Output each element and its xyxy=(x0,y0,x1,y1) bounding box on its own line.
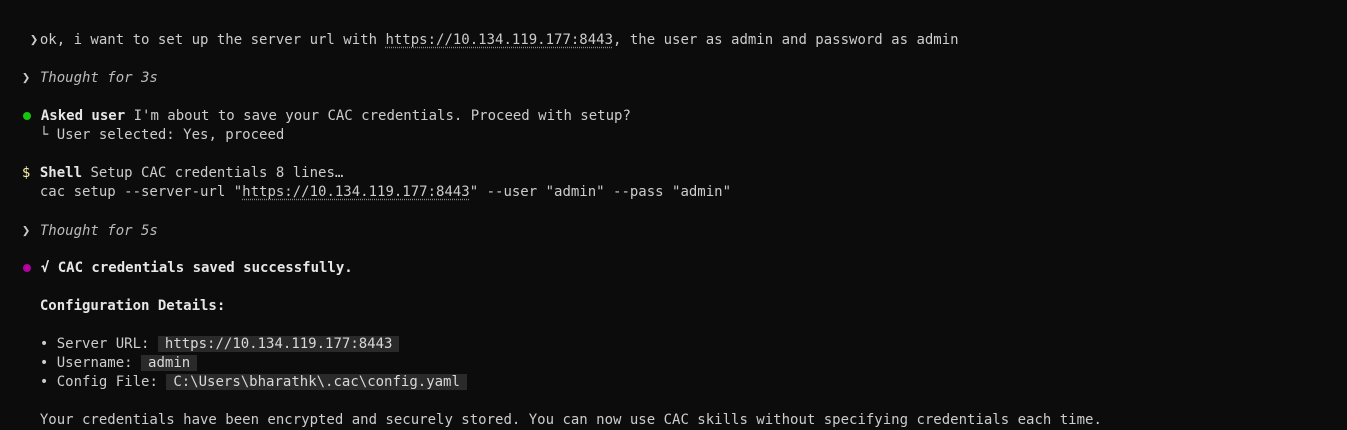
result-success-text: √ CAC credentials saved successfully. xyxy=(40,260,353,276)
status-dot-icon xyxy=(22,263,31,272)
asked-user-selection: User selected: Yes, proceed xyxy=(48,127,285,143)
user-prompt-text-tail: , the user as admin and password as admi… xyxy=(613,32,959,48)
result-footer-text: Your credentials have been encrypted and… xyxy=(39,412,1102,428)
asked-user-selection-line: └ User selected: Yes, proceed xyxy=(5,107,284,143)
result-success-line: √ CAC credentials saved successfully. xyxy=(5,240,353,276)
shell-command-line: cac setup --server-url "https://10.134.1… xyxy=(5,164,731,200)
thought-text: Thought for 5s xyxy=(39,223,158,239)
result-footer-line: Your credentials have been encrypted and… xyxy=(5,392,1102,428)
expand-chevron-icon[interactable]: ❯ xyxy=(22,69,40,88)
user-prompt-line: ❯ ok, i want to set up the server url wit… xyxy=(5,12,959,48)
config-item-username: • Username: admin xyxy=(5,335,198,371)
config-item-config-file: • Config File: C:\Users\bharathk\.cac\co… xyxy=(5,354,467,390)
shell-command-text: cac setup --server-url " xyxy=(39,184,243,200)
prompt-arrow-icon: ❯ xyxy=(29,32,39,48)
expand-chevron-icon[interactable]: ❯ xyxy=(22,222,40,241)
user-prompt-text: ok, i want to set up the server url with xyxy=(39,32,386,48)
shell-line[interactable]: $ Shell Setup CAC credentials 8 lines… xyxy=(5,145,343,181)
config-details-heading-line: Configuration Details: xyxy=(5,278,225,314)
thought-text: Thought for 3s xyxy=(39,70,158,86)
thought-line-2[interactable]: ❯ Thought for 5s xyxy=(5,203,158,239)
asked-user-line: Asked user I'm about to save your CAC cr… xyxy=(5,88,631,124)
shell-command-tail: " --user "admin" --pass "admin" xyxy=(469,184,732,200)
thought-line-1[interactable]: ❯ Thought for 3s xyxy=(5,50,158,86)
config-item-value: C:\Users\bharathk\.cac\config.yaml xyxy=(166,374,467,390)
bullet-icon: • xyxy=(39,374,49,390)
user-prompt-url-link[interactable]: https://10.134.119.177:8443 xyxy=(385,32,613,48)
config-item-label: Config File: xyxy=(56,374,158,390)
config-details-heading: Configuration Details: xyxy=(39,298,226,314)
config-item-server-url: • Server URL: https://10.134.119.177:844… xyxy=(5,316,400,352)
shell-command-url-link[interactable]: https://10.134.119.177:8443 xyxy=(242,184,470,200)
